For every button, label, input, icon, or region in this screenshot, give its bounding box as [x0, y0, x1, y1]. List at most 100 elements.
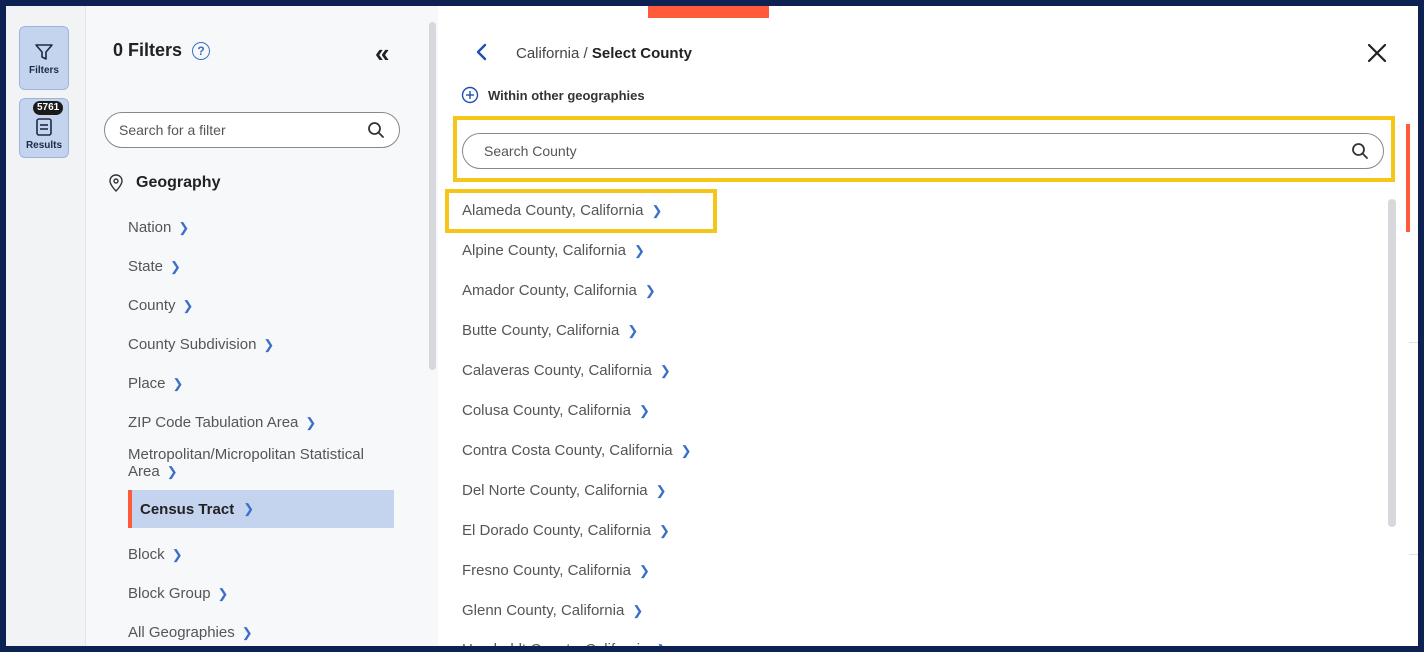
chevron-right-icon: ❯	[263, 337, 275, 352]
chevron-right-icon: ❯	[633, 243, 645, 258]
geo-item-all-geographies[interactable]: All Geographies ❯	[128, 624, 253, 641]
chevron-right-icon: ❯	[243, 501, 255, 516]
county-label: Glenn County, California	[462, 602, 625, 619]
breadcrumb: California / Select County	[516, 45, 692, 62]
filters-scrollbar[interactable]	[429, 22, 436, 370]
geo-item-metro-area[interactable]: Metropolitan/Micropolitan Statistical Ar…	[128, 446, 368, 480]
results-rail-button[interactable]: 5761 Results	[19, 98, 69, 158]
county-list-scrollbar[interactable]	[1388, 199, 1396, 527]
within-other-geographies-toggle[interactable]: Within other geographies	[461, 86, 645, 104]
geo-item-zcta[interactable]: ZIP Code Tabulation Area ❯	[128, 414, 316, 431]
search-icon[interactable]	[367, 121, 385, 139]
chevron-right-icon: ❯	[680, 443, 692, 458]
chevron-right-icon: ❯	[632, 603, 644, 618]
geo-item-block-group[interactable]: Block Group ❯	[128, 585, 228, 602]
geo-item-label: Metropolitan/Micropolitan Statistical Ar…	[128, 446, 364, 480]
filters-rail-button[interactable]: Filters	[19, 26, 69, 90]
filters-title: 0 Filters ?	[113, 40, 211, 61]
filter-search-input[interactable]: Search for a filter	[104, 112, 400, 148]
plus-circle-icon	[461, 86, 479, 104]
county-label: El Dorado County, California	[462, 522, 651, 539]
county-item-butte[interactable]: Butte County, California ❯	[462, 322, 638, 339]
geo-item-place[interactable]: Place ❯	[128, 375, 183, 392]
geo-item-label: Block	[128, 546, 165, 563]
chevron-right-icon: ❯	[172, 376, 184, 391]
county-label: Fresno County, California	[462, 562, 631, 579]
chevron-right-icon: ❯	[241, 625, 253, 640]
chevron-right-icon: ❯	[644, 283, 656, 298]
help-icon[interactable]: ?	[192, 41, 211, 60]
chevron-right-icon: ❯	[171, 547, 183, 562]
chevron-right-icon: ❯	[217, 586, 229, 601]
county-label: Colusa County, California	[462, 402, 631, 419]
chevron-right-icon: ❯	[305, 415, 317, 430]
county-item-el-dorado[interactable]: El Dorado County, California ❯	[462, 522, 670, 539]
app-frame: Filters 5761 Results 0 Filters ? « Searc…	[0, 0, 1424, 652]
geo-item-county-subdivision[interactable]: County Subdivision ❯	[128, 336, 274, 353]
geo-item-nation[interactable]: Nation ❯	[128, 219, 189, 236]
geography-heading: Geography	[108, 174, 220, 192]
chevron-right-icon: ❯	[658, 523, 670, 538]
county-search-input[interactable]: Search County	[462, 133, 1384, 169]
filters-panel: 0 Filters ? « Search for a filter Geogra…	[86, 6, 438, 646]
search-icon[interactable]	[1351, 142, 1369, 160]
results-list-icon	[36, 117, 52, 136]
geography-heading-text: Geography	[136, 174, 221, 191]
chevron-right-icon: ❯	[178, 220, 190, 235]
geo-item-county[interactable]: County ❯	[128, 297, 193, 314]
breadcrumb-current: Select County	[591, 45, 692, 62]
filter-search-placeholder: Search for a filter	[119, 122, 226, 138]
county-item-fresno[interactable]: Fresno County, California ❯	[462, 562, 650, 579]
close-icon[interactable]	[1366, 42, 1388, 64]
county-item-alpine[interactable]: Alpine County, California ❯	[462, 242, 645, 259]
county-label: Butte County, California	[462, 322, 620, 339]
edge-divider	[1409, 342, 1418, 343]
collapse-panel-icon[interactable]: «	[375, 40, 389, 66]
county-search-placeholder: Search County	[484, 143, 577, 159]
county-label: Contra Costa County, California	[462, 442, 673, 459]
geo-item-label: County	[128, 297, 176, 314]
geo-item-label: Block Group	[128, 585, 211, 602]
back-arrow-icon[interactable]	[472, 42, 492, 62]
geo-item-state[interactable]: State ❯	[128, 258, 181, 275]
county-item-calaveras[interactable]: Calaveras County, California ❯	[462, 362, 671, 379]
county-label: Del Norte County, California	[462, 482, 648, 499]
location-pin-icon	[109, 174, 123, 192]
results-rail-label: Results	[25, 139, 63, 151]
county-label: Alameda County, California	[462, 202, 644, 219]
breadcrumb-separator: /	[583, 45, 588, 62]
county-item-del-norte[interactable]: Del Norte County, California ❯	[462, 482, 667, 499]
county-item-contra-costa[interactable]: Contra Costa County, California ❯	[462, 442, 692, 459]
county-label: Alpine County, California	[462, 242, 626, 259]
county-label: Calaveras County, California	[462, 362, 652, 379]
chevron-right-icon: ❯	[638, 563, 650, 578]
geo-item-label: All Geographies	[128, 624, 235, 641]
geo-item-label: Nation	[128, 219, 172, 236]
chevron-right-icon: ❯	[655, 483, 667, 498]
breadcrumb-parent[interactable]: California	[516, 45, 579, 62]
chevron-right-icon: ❯	[651, 203, 663, 218]
county-item-colusa[interactable]: Colusa County, California ❯	[462, 402, 650, 419]
chevron-right-icon: ❯	[659, 363, 671, 378]
geo-item-label: County Subdivision	[128, 336, 257, 353]
edge-divider	[1409, 554, 1418, 555]
within-other-geographies-label: Within other geographies	[488, 87, 645, 103]
geo-item-label: ZIP Code Tabulation Area	[128, 414, 299, 431]
geo-item-label: State	[128, 258, 164, 275]
geo-item-label: Census Tract	[140, 500, 235, 518]
county-item-humboldt[interactable]: Humboldt County, California ❯	[462, 641, 668, 652]
chevron-right-icon: ❯	[627, 323, 639, 338]
geo-item-label: Place	[128, 375, 166, 392]
left-rail: Filters 5761 Results	[6, 6, 86, 646]
county-item-amador[interactable]: Amador County, California ❯	[462, 282, 656, 299]
active-tab-indicator	[648, 6, 769, 18]
county-item-glenn[interactable]: Glenn County, California ❯	[462, 602, 643, 619]
geo-item-census-tract[interactable]: Census Tract ❯	[128, 490, 394, 528]
county-item-alameda[interactable]: Alameda County, California ❯	[462, 202, 662, 219]
filters-rail-label: Filters	[28, 64, 59, 76]
geo-item-block[interactable]: Block ❯	[128, 546, 183, 563]
county-label: Amador County, California	[462, 282, 637, 299]
county-label: Humboldt County, California	[462, 641, 649, 652]
chevron-right-icon: ❯	[656, 642, 668, 652]
chevron-right-icon: ❯	[182, 298, 194, 313]
